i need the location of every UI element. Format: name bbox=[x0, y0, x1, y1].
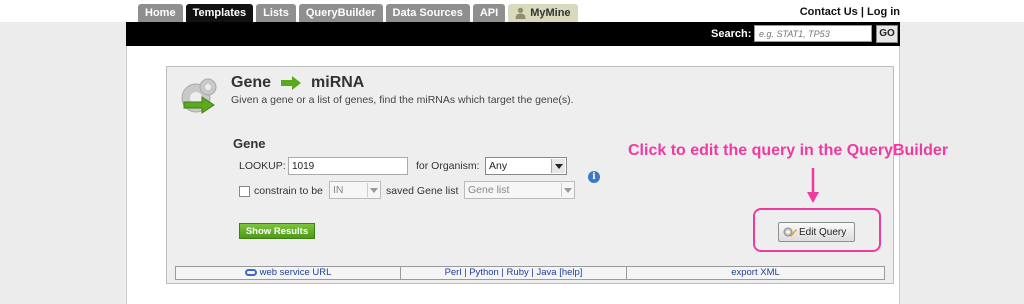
link-separator: | bbox=[860, 6, 864, 18]
go-button[interactable]: GO bbox=[876, 25, 898, 43]
lang-ruby-link[interactable]: Ruby bbox=[507, 267, 529, 278]
web-service-cell[interactable]: web service URL bbox=[176, 267, 401, 279]
search-input[interactable] bbox=[754, 25, 872, 42]
title-to: miRNA bbox=[311, 74, 365, 91]
info-icon[interactable]: i bbox=[588, 171, 600, 183]
chevron-down-icon bbox=[367, 183, 379, 197]
export-xml-link[interactable]: export XML bbox=[731, 267, 780, 278]
chevron-down-icon bbox=[551, 159, 565, 173]
organism-select[interactable]: Any bbox=[485, 157, 567, 175]
saved-list-value: Gene list bbox=[468, 184, 510, 196]
login-link[interactable]: Log in bbox=[867, 6, 900, 18]
right-arrow-icon bbox=[281, 76, 302, 90]
lookup-input[interactable] bbox=[288, 157, 408, 175]
saved-list-label: saved Gene list bbox=[386, 185, 459, 197]
lookup-label: LOOKUP: bbox=[239, 160, 286, 172]
template-gear-icon bbox=[181, 78, 217, 114]
constrain-operator-select[interactable]: IN bbox=[329, 181, 381, 199]
chain-link-icon bbox=[244, 268, 257, 276]
organism-label: for Organism: bbox=[416, 160, 480, 172]
search-label: Search: bbox=[711, 28, 752, 40]
nav-tabs: Home Templates Lists QueryBuilder Data S… bbox=[138, 4, 581, 22]
top-nav: Home Templates Lists QueryBuilder Data S… bbox=[0, 0, 1024, 22]
tab-mymine[interactable]: MyMine bbox=[508, 4, 578, 22]
lang-perl-link[interactable]: Perl bbox=[445, 267, 462, 278]
tab-home[interactable]: Home bbox=[138, 4, 183, 22]
web-service-link[interactable]: web service URL bbox=[260, 267, 332, 278]
mymine-label: MyMine bbox=[530, 7, 571, 19]
constrain-checkbox[interactable] bbox=[239, 185, 250, 197]
template-description: Given a gene or a list of genes, find th… bbox=[231, 94, 574, 106]
tab-querybuilder[interactable]: QueryBuilder bbox=[298, 4, 383, 22]
annotation-callout: Click to edit the query in the QueryBuil… bbox=[628, 142, 949, 159]
tab-templates[interactable]: Templates bbox=[185, 4, 254, 22]
lang-java-link[interactable]: Java [help] bbox=[536, 267, 582, 278]
template-footer: web service URL Perl | Python | Ruby | J… bbox=[175, 266, 885, 280]
edit-query-label: Edit Query bbox=[799, 226, 847, 238]
export-cell: export XML bbox=[627, 267, 884, 279]
constrain-operator-value: IN bbox=[333, 184, 344, 196]
tab-api[interactable]: API bbox=[472, 4, 506, 22]
person-icon bbox=[515, 7, 526, 19]
chevron-down-icon bbox=[561, 183, 573, 197]
organism-value: Any bbox=[489, 160, 508, 172]
constraint-section-title: Gene bbox=[233, 136, 266, 151]
lang-python-link[interactable]: Python bbox=[469, 267, 499, 278]
template-title: Gene miRNA bbox=[231, 74, 364, 92]
title-from: Gene bbox=[231, 74, 272, 91]
search-bar: Search: GO bbox=[126, 22, 900, 46]
contact-us-link[interactable]: Contact Us bbox=[800, 6, 858, 18]
edit-query-button[interactable]: Edit Query bbox=[778, 222, 855, 242]
saved-list-select[interactable]: Gene list bbox=[464, 181, 575, 199]
callout-arrow-icon bbox=[807, 168, 819, 203]
tab-data-sources[interactable]: Data Sources bbox=[385, 4, 470, 22]
gear-pencil-icon bbox=[783, 227, 797, 237]
constrain-row: constrain to be bbox=[239, 185, 323, 197]
top-links: Contact Us | Log in bbox=[800, 6, 900, 18]
languages-cell: Perl | Python | Ruby | Java [help] bbox=[401, 267, 627, 279]
show-results-button[interactable]: Show Results bbox=[239, 223, 315, 239]
tab-lists[interactable]: Lists bbox=[256, 4, 296, 22]
constrain-label: constrain to be bbox=[254, 185, 323, 197]
